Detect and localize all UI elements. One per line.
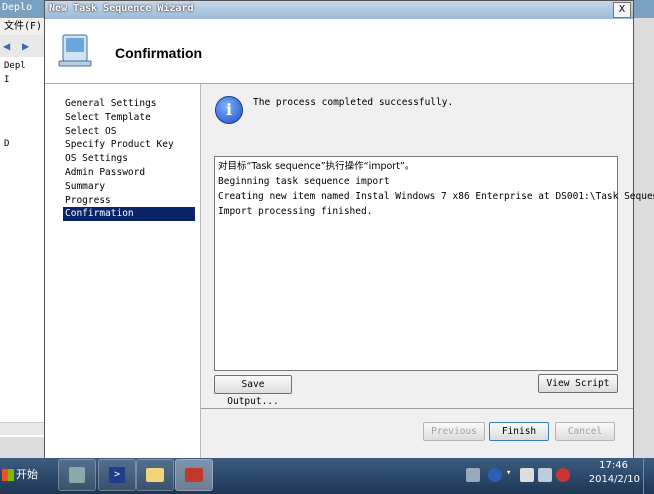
computer-icon: [58, 34, 92, 67]
powershell-icon: >: [109, 467, 125, 483]
clock-time[interactable]: 17:46: [599, 460, 628, 471]
taskbar-explorer[interactable]: [136, 459, 174, 491]
dialog-title: New Task Sequence Wizard: [49, 3, 194, 14]
nav-item-specify-product-key[interactable]: Specify Product Key: [63, 138, 195, 152]
taskbar-powershell[interactable]: >: [98, 459, 136, 491]
taskbar-deployment-workbench[interactable]: [175, 459, 213, 491]
folder-icon: [146, 468, 164, 482]
log-line: Import processing finished.: [218, 206, 373, 217]
finish-button[interactable]: Finish: [489, 422, 549, 441]
system-tray: ▾ 17:46 2014/2/10: [454, 458, 654, 494]
clock-date[interactable]: 2014/2/10: [589, 474, 640, 485]
background-app-title: Deplo: [2, 2, 33, 13]
forward-arrow-icon[interactable]: ▶: [22, 39, 29, 53]
nav-item-confirmation[interactable]: Confirmation: [63, 207, 195, 222]
output-log[interactable]: 对目标“Task sequence”执行操作“import”。 Beginnin…: [214, 156, 654, 371]
toolbox-icon: [185, 468, 203, 482]
info-icon: i: [215, 96, 243, 124]
log-line: Creating new item named Instal Windows 7…: [218, 191, 654, 202]
network-icon[interactable]: [538, 468, 552, 482]
status-message: The process completed successfully.: [253, 97, 454, 108]
taskbar: 开始 > ▾ 17:46 2014/2/10: [0, 458, 654, 494]
nav-item-select-template[interactable]: Select Template: [63, 111, 195, 125]
cancel-button[interactable]: Cancel: [555, 422, 615, 441]
background-tree: Depl I D: [0, 57, 44, 437]
wizard-content: i The process completed successfully. 对目…: [201, 84, 654, 458]
divider: [201, 408, 633, 409]
close-button[interactable]: X: [613, 2, 631, 18]
start-button[interactable]: 开始: [0, 460, 42, 490]
nav-item-admin-password[interactable]: Admin Password: [63, 166, 195, 180]
wizard-nav: General Settings Select Template Select …: [63, 97, 195, 222]
background-toolbar: ◀ ▶: [0, 35, 44, 57]
server-manager-icon: [69, 467, 85, 483]
keyboard-icon[interactable]: [466, 468, 480, 482]
nav-item-select-os[interactable]: Select OS: [63, 125, 195, 139]
volume-muted-icon[interactable]: [556, 468, 570, 482]
start-label: 开始: [16, 468, 38, 481]
tree-node[interactable]: Depl: [4, 61, 26, 71]
log-line: 对目标“Task sequence”执行操作“import”。: [218, 161, 415, 172]
nav-item-os-settings[interactable]: OS Settings: [63, 152, 195, 166]
save-output-button[interactable]: Save Output...: [214, 375, 292, 407]
page-title: Confirmation: [115, 45, 203, 61]
background-file-menu[interactable]: 文件(F): [0, 18, 44, 35]
nav-item-progress[interactable]: Progress: [63, 194, 195, 208]
dialog-header: Confirmation: [45, 19, 633, 84]
show-desktop-button[interactable]: [643, 458, 654, 494]
nav-item-summary[interactable]: Summary: [63, 180, 195, 194]
taskbar-server-manager[interactable]: [58, 459, 96, 491]
help-icon[interactable]: [488, 468, 502, 482]
log-line: Beginning task sequence import: [218, 176, 390, 187]
wizard-nav-panel: General Settings Select Template Select …: [45, 84, 201, 459]
background-scrollbar[interactable]: [0, 422, 44, 435]
tree-node[interactable]: I: [4, 75, 9, 85]
flag-icon[interactable]: [520, 468, 534, 482]
view-script-button[interactable]: View Script: [538, 374, 618, 393]
windows-logo-icon: [2, 469, 14, 481]
tree-node[interactable]: D: [4, 139, 9, 149]
wizard-dialog: New Task Sequence Wizard X Confirmation …: [44, 0, 654, 459]
dialog-titlebar[interactable]: New Task Sequence Wizard X: [45, 1, 633, 19]
chevron-down-icon[interactable]: ▾: [506, 468, 520, 482]
back-arrow-icon[interactable]: ◀: [3, 39, 10, 53]
nav-item-general-settings[interactable]: General Settings: [63, 97, 195, 111]
previous-button[interactable]: Previous: [423, 422, 485, 441]
